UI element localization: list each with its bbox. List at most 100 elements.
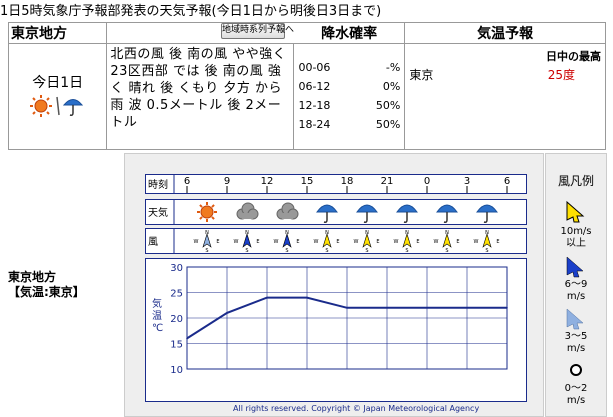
temp-data-point <box>266 296 268 299</box>
legend-item-label: m/s <box>566 343 586 354</box>
time-tick-label: 15 <box>301 176 314 187</box>
forecast-headline: 1日5時気象庁予報部発表の天気予報(今日1日から明後日3日まで) <box>0 4 382 19</box>
temp-tick-label: 30 <box>170 263 183 274</box>
compass-e-label: E <box>296 239 299 245</box>
timeseries-forecast-button[interactable]: 地域時系列予報へ <box>221 23 294 39</box>
time-row: 時刻 6 9 12 15 18 21 0 3 6 <box>148 175 510 193</box>
compass-w-label: W <box>274 239 279 245</box>
legend-item-label: 6～9 <box>564 279 588 290</box>
wind-compass: NSWE <box>194 230 220 254</box>
temp-data-point <box>466 307 468 309</box>
legend-item-label: 10m/s <box>560 226 592 237</box>
weather-row-label: 天気 <box>148 206 168 219</box>
compass-w-label: W <box>434 239 439 245</box>
wind-compass: NSWE <box>474 230 500 254</box>
compass-e-label: E <box>256 239 259 245</box>
time-band: 時刻 6 9 12 15 18 21 0 3 6 <box>145 174 527 194</box>
wind-compass: NSWE <box>434 230 460 254</box>
wind-row-label: 風 <box>148 236 158 248</box>
compass-e-label: E <box>456 239 459 245</box>
description-cell: 北西の風 後 南の風 やや強く 23区西部 では 後 南の風 強く 晴れ 後 く… <box>106 43 295 150</box>
daytime-max-label: 日中の最高 <box>546 50 601 63</box>
rain-row: 06-12 0% <box>298 80 401 93</box>
temp-tick-label: 20 <box>170 314 183 325</box>
temp-header: 気温予報 <box>404 22 606 44</box>
compass-w-label: W <box>354 239 359 245</box>
wind-band: 風NSWENSWENSWENSWENSWENSWENSWENSWE <box>145 228 527 254</box>
wind-legend-panel: 風凡例 10m/s 以上 6～9 m/s 3～5 m/s 0～2 m/s <box>545 153 607 417</box>
calm-circle-icon <box>570 364 582 376</box>
sun-icon <box>197 202 217 222</box>
temp-tick-label: 25 <box>170 289 183 300</box>
legend-item-label: 3～5 <box>564 331 588 342</box>
wind-arrow-light-icon <box>566 308 584 330</box>
forecast-table: 東京地方 降水確率 気温予報 今日1日 北西の風 後 南の風 やや強く 23区西… <box>7 22 606 150</box>
umbrella-icon <box>356 204 378 223</box>
time-row-label: 時刻 <box>148 178 168 191</box>
day-cell: 今日1日 <box>7 43 108 150</box>
left-region-label: 東京地方 【気温:東京】 <box>8 270 85 300</box>
compass-e-label: E <box>496 239 499 245</box>
forecast-description: 北西の風 後 南の風 やや強く 23区西部 では 後 南の風 強く 晴れ 後 く… <box>110 47 287 130</box>
wind-compass: NSWE <box>274 230 300 254</box>
compass-w-label: W <box>194 239 199 245</box>
rain-header: 降水確率 <box>293 22 406 44</box>
time-tick-label: 12 <box>261 176 274 187</box>
day-label: 今日1日 <box>32 75 84 91</box>
legend-item-label: 0～2 <box>564 383 588 394</box>
wind-compass: NSWE <box>354 230 380 254</box>
time-tick-label: 3 <box>464 176 470 187</box>
temp-band: 気温℃ 30 25 20 15 10 <box>145 258 527 402</box>
temp-data-point <box>506 307 508 309</box>
compass-s-label: S <box>365 248 368 253</box>
compass-s-label: S <box>205 248 208 253</box>
rain-row: 00-06 -% <box>298 61 401 74</box>
legend-item-label: 以上 <box>566 238 586 249</box>
temp-data-point <box>346 307 348 309</box>
time-tick-label: 9 <box>224 176 230 187</box>
time-tick-label: 18 <box>341 176 354 187</box>
wind-arrow-mid-icon <box>566 256 584 278</box>
rain-row: 12-18 50% <box>298 99 401 112</box>
temp-data-point <box>306 296 308 299</box>
legend-item-label: m/s <box>566 395 586 406</box>
compass-s-label: S <box>245 248 248 253</box>
time-tick-label: 21 <box>381 176 394 187</box>
day-weather-icons <box>9 94 106 122</box>
temp-data-point <box>226 312 228 314</box>
left-region-subtitle: 【気温:東京】 <box>8 285 85 299</box>
temp-row: 東京 25度 <box>405 64 605 83</box>
wind-compass: NSWE <box>234 230 260 254</box>
sun-icon <box>29 95 83 117</box>
temp-tick-label: 15 <box>170 340 183 351</box>
legend-item-label: m/s <box>566 291 586 302</box>
time-tick-label: 6 <box>184 176 190 187</box>
cloud-icon <box>276 202 299 220</box>
weather-band: 天気 <box>145 199 527 225</box>
time-tick-label: 0 <box>424 176 430 187</box>
umbrella-icon <box>436 204 458 223</box>
umbrella-icon <box>316 204 338 223</box>
compass-e-label: E <box>216 239 219 245</box>
timeseries-chart-panel: 時刻6912151821036 天気 風NSWENSWENSWENSWENSWE… <box>124 153 544 417</box>
compass-s-label: S <box>325 248 328 253</box>
temperature-line-chart: 気温℃ 30 25 20 15 10 <box>152 263 508 376</box>
compass-e-label: E <box>336 239 339 245</box>
compass-w-label: W <box>314 239 319 245</box>
compass-s-label: S <box>445 248 448 253</box>
compass-w-label: W <box>474 239 479 245</box>
umbrella-icon <box>476 204 498 223</box>
weather-row: 天気 <box>148 200 498 224</box>
rain-row: 18-24 50% <box>298 118 401 131</box>
wind-compass: NSWE <box>314 230 340 254</box>
umbrella-icon <box>396 204 418 223</box>
region-header: 東京地方 <box>7 22 108 44</box>
compass-s-label: S <box>285 248 288 253</box>
wind-compass: NSWE <box>394 230 420 254</box>
compass-w-label: W <box>394 239 399 245</box>
temp-data-point <box>186 337 188 340</box>
compass-s-label: S <box>485 248 488 253</box>
wind-legend-title: 風凡例 <box>557 174 594 188</box>
temp-max-value: 25度 <box>547 68 575 82</box>
compass-s-label: S <box>405 248 408 253</box>
